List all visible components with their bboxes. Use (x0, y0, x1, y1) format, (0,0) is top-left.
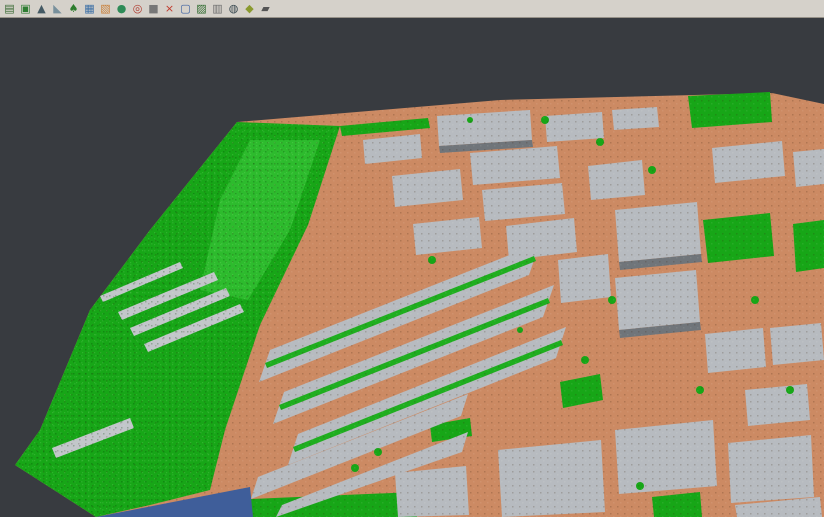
toolbar-icon-layers[interactable]: ▤ (2, 1, 17, 16)
toolbar-icon-terrain[interactable]: ◣ (50, 1, 65, 16)
toolbar-icon-tree[interactable]: ♠ (66, 1, 81, 16)
toolbar-icon-mountain[interactable]: ▲ (34, 1, 49, 16)
toolbar-icon-close[interactable]: × (162, 1, 177, 16)
scene-canvas[interactable] (0, 18, 824, 517)
toolbar-icon-grid[interactable]: ▦ (82, 1, 97, 16)
toolbar-icon-measure[interactable]: ◆ (242, 1, 257, 16)
toolbar-icon-window[interactable]: ▥ (210, 1, 225, 16)
toolbar-icon-import[interactable]: ▣ (18, 1, 33, 16)
toolbar-icon-texture[interactable]: ▨ (194, 1, 209, 16)
toolbar-icon-camera[interactable]: ▰ (258, 1, 273, 16)
toolbar-icon-frame[interactable]: ▢ (178, 1, 193, 16)
toolbar-icon-sphere[interactable]: ● (114, 1, 129, 16)
toolbar-icon-box[interactable]: ▧ (98, 1, 113, 16)
toolbar-icon-target[interactable]: ◎ (130, 1, 145, 16)
toolbar: ▤▣▲◣♠▦▧●◎■×▢▨▥◍◆▰ (0, 0, 824, 18)
toolbar-icon-settings[interactable]: ■ (146, 1, 161, 16)
toolbar-icon-globe[interactable]: ◍ (226, 1, 241, 16)
viewport[interactable] (0, 18, 824, 517)
